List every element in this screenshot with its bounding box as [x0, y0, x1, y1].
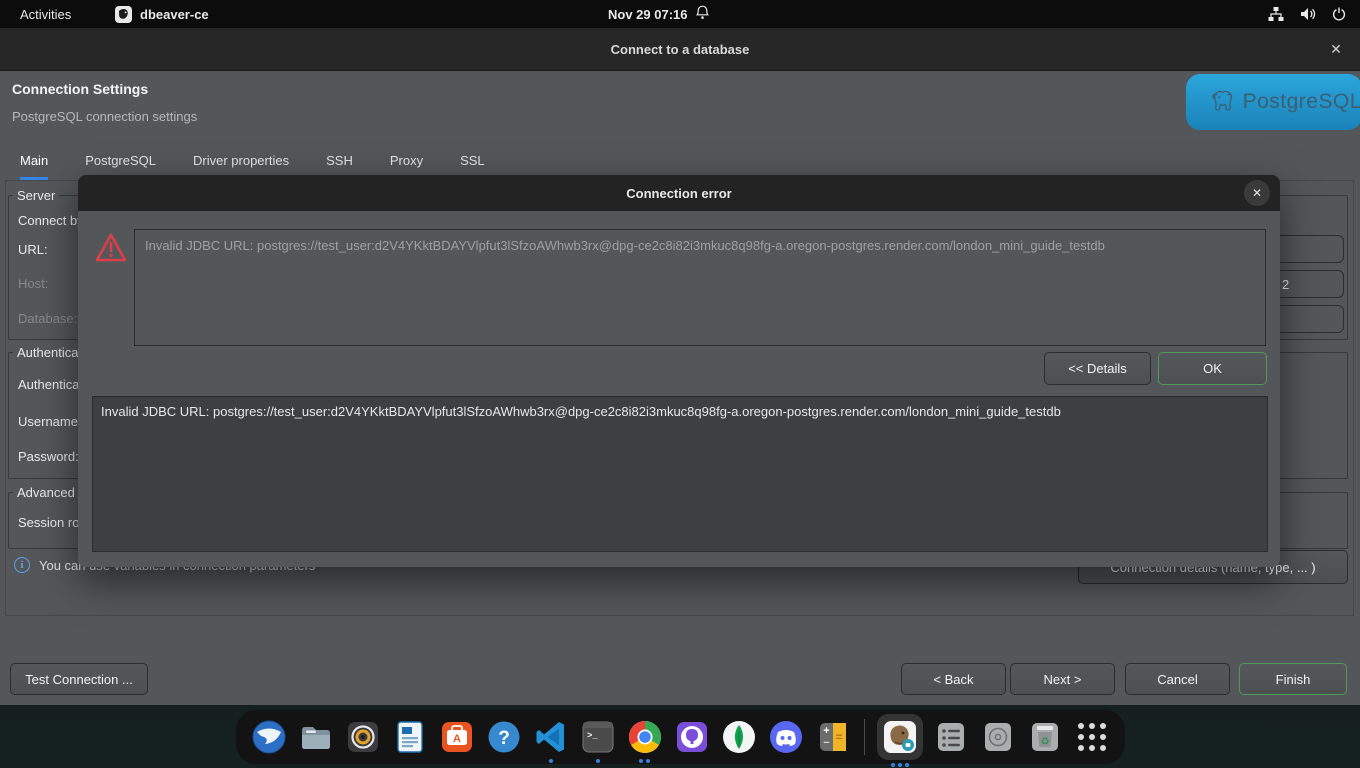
- server-group-title: Server: [13, 188, 59, 203]
- error-dialog-titlebar[interactable]: Connection error ✕: [78, 175, 1280, 211]
- password-label: Password:: [18, 449, 79, 464]
- power-icon: [1332, 7, 1346, 21]
- archive-utility-icon[interactable]: [932, 718, 970, 756]
- mongodb-compass-icon[interactable]: [720, 718, 758, 756]
- error-message: Invalid JDBC URL: postgres://test_user:d…: [134, 229, 1266, 346]
- cancel-button[interactable]: Cancel: [1125, 663, 1230, 695]
- dock-area: A ? >_: [0, 705, 1360, 768]
- discord-icon[interactable]: [767, 718, 805, 756]
- username-label: Username:: [18, 414, 82, 429]
- rhythmbox-icon[interactable]: [344, 718, 382, 756]
- window-close-button[interactable]: ✕: [1326, 39, 1346, 59]
- port-value: 2: [1282, 277, 1289, 292]
- postgresql-logo-text: PostgreSQL: [1243, 90, 1360, 114]
- dbeaver-app-icon: [115, 6, 132, 23]
- github-desktop-icon[interactable]: [673, 718, 711, 756]
- finish-button[interactable]: Finish: [1239, 663, 1347, 695]
- back-button[interactable]: < Back: [901, 663, 1006, 695]
- system-top-bar: Activities dbeaver-ce Nov 29 07:16: [0, 0, 1360, 28]
- desktop: Activities dbeaver-ce Nov 29 07:16: [0, 0, 1360, 768]
- app-grid-icon[interactable]: [1073, 718, 1111, 756]
- svg-text:?: ?: [498, 728, 510, 749]
- url-label: URL:: [18, 242, 48, 257]
- error-dialog-close-button[interactable]: ✕: [1244, 180, 1270, 206]
- dock-separator: [864, 719, 865, 755]
- page-subtitle: PostgreSQL connection settings: [12, 109, 197, 124]
- svg-text:A: A: [453, 733, 461, 745]
- tab-main[interactable]: Main: [20, 153, 48, 180]
- help-icon[interactable]: ?: [485, 718, 523, 756]
- connect-by-label: Connect by:: [18, 213, 87, 228]
- warning-icon: [94, 232, 128, 269]
- system-status-area[interactable]: [1268, 7, 1346, 21]
- window-titlebar[interactable]: Connect to a database ✕: [0, 28, 1360, 71]
- terminal-icon[interactable]: >_: [579, 718, 617, 756]
- notification-bell-icon: [696, 5, 709, 23]
- clock-label: Nov 29 07:16: [608, 7, 688, 22]
- advanced-group-title: Advanced: [13, 485, 79, 500]
- trash-icon[interactable]: ♻: [1026, 718, 1064, 756]
- clock-menu[interactable]: Nov 29 07:16: [608, 5, 709, 23]
- focused-app-menu[interactable]: dbeaver-ce: [115, 6, 209, 23]
- files-icon[interactable]: [297, 718, 335, 756]
- details-button[interactable]: << Details: [1044, 352, 1151, 385]
- postgresql-logo: PostgreSQL: [1186, 74, 1360, 130]
- page-title: Connection Settings: [12, 81, 148, 97]
- thunderbird-icon[interactable]: [250, 718, 288, 756]
- dbeaver-icon[interactable]: [877, 714, 923, 760]
- chrome-icon[interactable]: [626, 718, 664, 756]
- database-label: Database:: [18, 311, 77, 326]
- libreoffice-writer-icon[interactable]: [391, 718, 429, 756]
- volume-icon: [1300, 7, 1316, 21]
- ubuntu-software-icon[interactable]: A: [438, 718, 476, 756]
- window-title: Connect to a database: [611, 42, 750, 57]
- vscode-icon[interactable]: [532, 718, 570, 756]
- svg-text:=: =: [835, 730, 842, 744]
- wizard-header: Connection Settings PostgreSQL connectio…: [0, 70, 1360, 143]
- svg-text:−: −: [823, 737, 829, 749]
- info-icon: i: [14, 557, 30, 573]
- activities-button[interactable]: Activities: [20, 7, 71, 22]
- test-connection-button[interactable]: Test Connection ...: [10, 663, 148, 695]
- next-button[interactable]: Next >: [1010, 663, 1115, 695]
- ok-button[interactable]: OK: [1158, 352, 1267, 385]
- error-details-text[interactable]: Invalid JDBC URL: postgres://test_user:d…: [92, 396, 1268, 552]
- dock: A ? >_: [236, 710, 1125, 764]
- connection-error-dialog: Connection error ✕ Invalid JDBC URL: pos…: [78, 175, 1280, 567]
- svg-text:♻: ♻: [1040, 736, 1049, 747]
- svg-text:>_: >_: [587, 731, 598, 741]
- svg-text:+: +: [823, 725, 829, 737]
- host-label: Host:: [18, 276, 48, 291]
- network-icon: [1268, 7, 1284, 21]
- calculator-icon[interactable]: +−=: [814, 718, 852, 756]
- error-dialog-title: Connection error: [626, 186, 731, 201]
- focused-app-label: dbeaver-ce: [140, 7, 209, 22]
- postgresql-elephant-icon: [1208, 82, 1237, 122]
- disks-icon[interactable]: [979, 718, 1017, 756]
